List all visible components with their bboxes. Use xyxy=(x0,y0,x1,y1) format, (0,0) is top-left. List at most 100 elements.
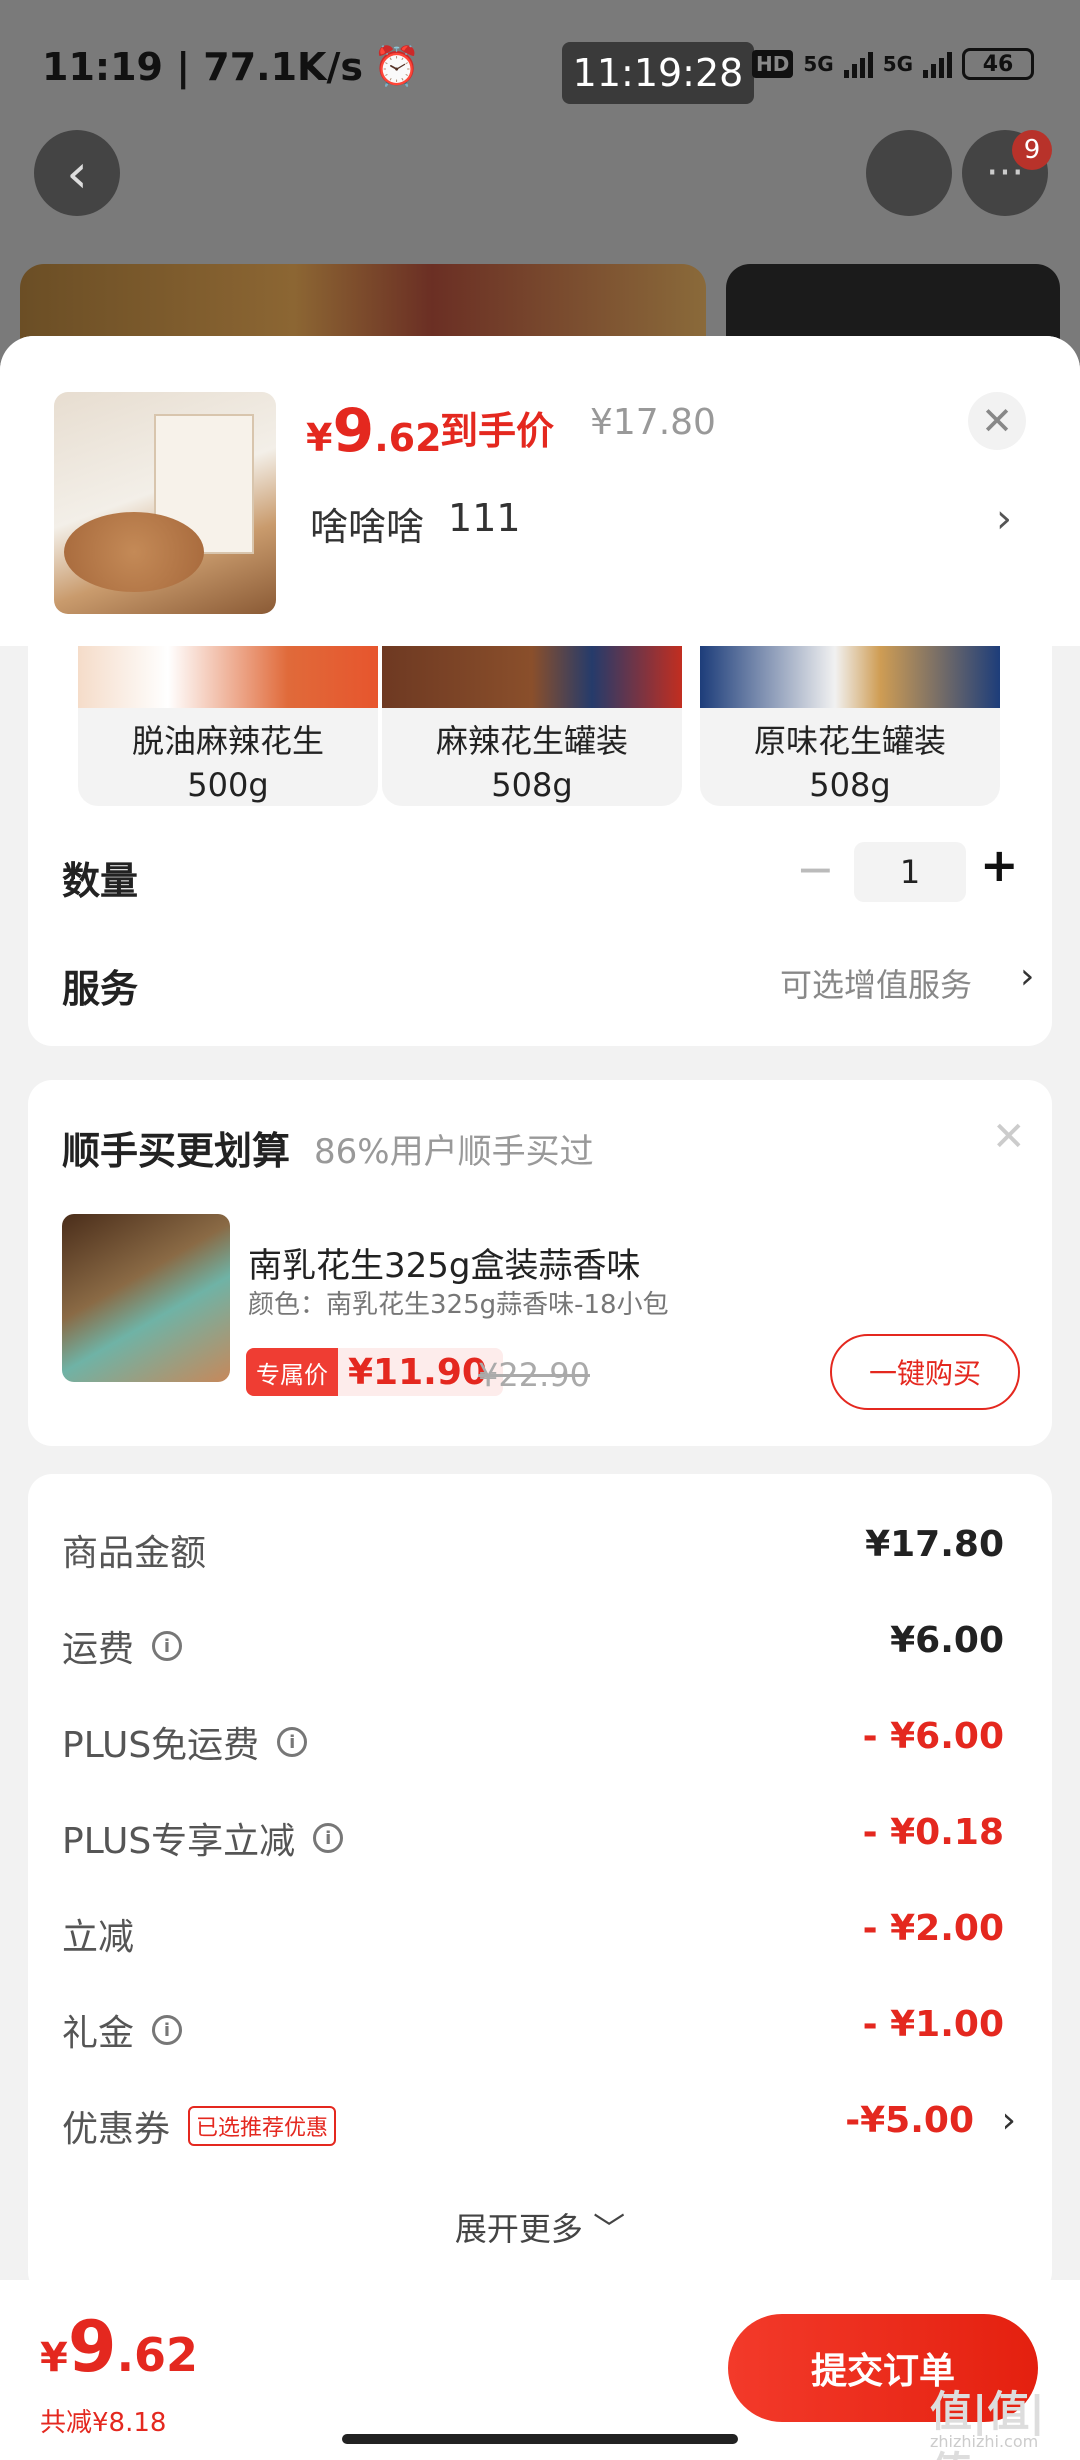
net1-label: 5G xyxy=(803,52,834,76)
fee-label-text: PLUS专享立减 xyxy=(62,1821,296,1862)
total-currency: ¥ xyxy=(40,2335,68,2381)
addon-product-spec: 颜色：南乳花生325g蒜香味-18小包 xyxy=(248,1290,669,1320)
fee-row-shipping: 运费 i ¥6.00 xyxy=(28,1620,1052,1680)
quantity-label: 数量 xyxy=(62,859,139,903)
signal-icon-2 xyxy=(923,50,953,78)
service-label: 服务 xyxy=(62,967,139,1011)
chevron-right-icon[interactable]: › xyxy=(996,496,1012,542)
fee-label: PLUS专享立减 i xyxy=(62,1812,344,1864)
fee-row-plus-free-shipping: PLUS免运费 i - ¥6.00 xyxy=(28,1716,1052,1776)
addon-subtitle: 86%用户顺手买过 xyxy=(314,1132,594,1172)
option-weight: 508g xyxy=(491,766,573,804)
product-bowl-image xyxy=(64,512,204,592)
signal-icon xyxy=(843,50,873,78)
exclusive-price-badge: 专属价 xyxy=(246,1348,338,1396)
fee-label: PLUS免运费 i xyxy=(62,1716,308,1768)
quantity-input[interactable]: 1 xyxy=(854,842,966,902)
fee-value: ¥17.80 xyxy=(865,1524,1004,1565)
fee-row-coupon[interactable]: 优惠券 已选推荐优惠 -¥5.00 › xyxy=(28,2100,1052,2160)
fee-row-plus-discount: PLUS专享立减 i - ¥0.18 xyxy=(28,1812,1052,1872)
final-price-label: 到手价 xyxy=(440,409,555,453)
info-icon[interactable]: i xyxy=(277,1727,308,1757)
fee-label-text: 立减 xyxy=(62,1917,135,1958)
checkout-bar: ¥ 9 .62 共减¥8.18 提交订单 xyxy=(0,2280,1080,2460)
total-saved: 共减¥8.18 xyxy=(40,2408,167,2438)
fee-value: ¥6.00 xyxy=(890,1620,1004,1661)
status-bar: 11:19 | 77.1K/s ⏰ 11:19:28 HD 5G 5G 46 xyxy=(0,0,1080,130)
addon-title: 顺手买更划算 xyxy=(62,1129,291,1173)
fee-label-text: 运费 xyxy=(62,1629,135,1670)
fee-label: 商品金额 xyxy=(62,1524,206,1576)
status-time-speed: 11:19 | 77.1K/s ⏰ xyxy=(42,44,420,89)
fee-value: - ¥6.00 xyxy=(862,1716,1004,1757)
back-button[interactable]: ‹ xyxy=(34,130,120,216)
watermark-url: zhizhizhi.com xyxy=(930,2432,1039,2451)
option-weight: 500g xyxy=(187,766,269,804)
original-price: ¥17.80 xyxy=(590,402,716,443)
expand-more-button[interactable]: 展开更多 ﹀ xyxy=(28,2204,1052,2250)
addon-product-image[interactable] xyxy=(62,1214,230,1382)
chevron-left-icon: ‹ xyxy=(66,141,88,205)
addon-card: 顺手买更划算 86%用户顺手买过 ✕ 南乳花生325g盒装蒜香味 颜色：南乳花生… xyxy=(28,1080,1052,1446)
option-name: 脱油麻辣花生 xyxy=(131,722,324,760)
option-name: 原味花生罐装 xyxy=(753,722,946,760)
fee-row-gift-money: 礼金 i - ¥1.00 xyxy=(28,2004,1052,2064)
service-selector[interactable]: 可选增值服务 xyxy=(780,960,972,1006)
fee-breakdown-card: 商品金额 ¥17.80 运费 i ¥6.00 PLUS免运费 i - ¥6.00 P… xyxy=(28,1474,1052,2296)
fee-value: - ¥2.00 xyxy=(862,1908,1004,1949)
fee-label: 优惠券 已选推荐优惠 xyxy=(62,2100,337,2152)
sheet-header: ¥ 9 .62 到手价 ¥17.80 ✕ 啥啥啥 111 › xyxy=(0,336,1080,646)
option-image xyxy=(78,646,378,708)
chevron-right-icon[interactable]: › xyxy=(1020,956,1034,997)
info-icon[interactable]: i xyxy=(152,2015,183,2045)
option-item[interactable]: 麻辣花生罐装 508g xyxy=(382,646,682,806)
variant-name: 啥啥啥 xyxy=(310,505,425,549)
fee-row-instant-discount: 立减 - ¥2.00 xyxy=(28,1908,1052,1968)
floating-clock: 11:19:28 xyxy=(562,42,754,104)
option-name: 麻辣花生罐装 xyxy=(435,722,628,760)
price-currency: ¥ xyxy=(306,416,333,460)
quantity-increase-button[interactable]: + xyxy=(980,838,1019,892)
hd-icon: HD xyxy=(752,50,794,78)
home-indicator[interactable] xyxy=(342,2434,738,2444)
close-button[interactable]: ✕ xyxy=(968,392,1026,450)
info-icon[interactable]: i xyxy=(313,1823,344,1853)
fee-label-text: PLUS免运费 xyxy=(62,1725,260,1766)
selected-variant[interactable]: 啥啥啥 111 xyxy=(310,496,521,551)
price-integer: 9 xyxy=(332,396,375,466)
final-price: ¥ 9 .62 xyxy=(306,396,442,466)
info-icon[interactable]: i xyxy=(152,1631,183,1661)
total-decimal: .62 xyxy=(116,2328,199,2382)
coupon-label: 优惠券 xyxy=(62,2109,171,2150)
addon-product-name[interactable]: 南乳花生325g盒装蒜香味 xyxy=(248,1238,640,1287)
coupon-value: -¥5.00 xyxy=(845,2100,974,2141)
option-item[interactable]: 原味花生罐装 508g xyxy=(700,646,1000,806)
fee-label: 礼金 i xyxy=(62,2004,183,2056)
fee-label-text: 礼金 xyxy=(62,2013,135,2054)
fee-value: - ¥1.00 xyxy=(862,2004,1004,2045)
addon-close-icon[interactable]: ✕ xyxy=(992,1114,1026,1160)
recommended-coupon-tag: 已选推荐优惠 xyxy=(188,2106,337,2146)
variant-code: 111 xyxy=(448,496,521,540)
order-sheet: ¥ 9 .62 到手价 ¥17.80 ✕ 啥啥啥 111 › 脱油麻辣花生 50… xyxy=(0,336,1080,2460)
option-weight: 508g xyxy=(809,766,891,804)
fee-label: 运费 i xyxy=(62,1620,183,1672)
total-integer: 9 xyxy=(67,2306,117,2388)
quantity-decrease-button[interactable]: − xyxy=(796,842,835,896)
alarm-icon: ⏰ xyxy=(373,44,421,88)
fee-row-goods: 商品金额 ¥17.80 xyxy=(28,1524,1052,1584)
status-icons: HD 5G 5G 46 xyxy=(752,48,1035,80)
fee-value: - ¥0.18 xyxy=(862,1812,1004,1853)
time-speed-text: 11:19 | 77.1K/s xyxy=(42,44,363,89)
option-image xyxy=(700,646,1000,708)
chevron-right-icon[interactable]: › xyxy=(1002,2100,1016,2141)
addon-original-price: ¥22.90 xyxy=(478,1356,590,1394)
addon-price-box: 专属价 ¥11.90 xyxy=(246,1348,503,1396)
option-item[interactable]: 脱油麻辣花生 500g xyxy=(78,646,378,806)
one-click-buy-button[interactable]: 一键购买 xyxy=(830,1334,1020,1410)
options-card: 脱油麻辣花生 500g 麻辣花生罐装 508g 原味花生罐装 508g 数量 −… xyxy=(28,646,1052,1046)
total-price: ¥ 9 .62 xyxy=(40,2306,198,2388)
fee-label-text: 商品金额 xyxy=(62,1533,207,1574)
share-button[interactable] xyxy=(866,130,952,216)
battery-icon: 46 xyxy=(962,48,1035,80)
